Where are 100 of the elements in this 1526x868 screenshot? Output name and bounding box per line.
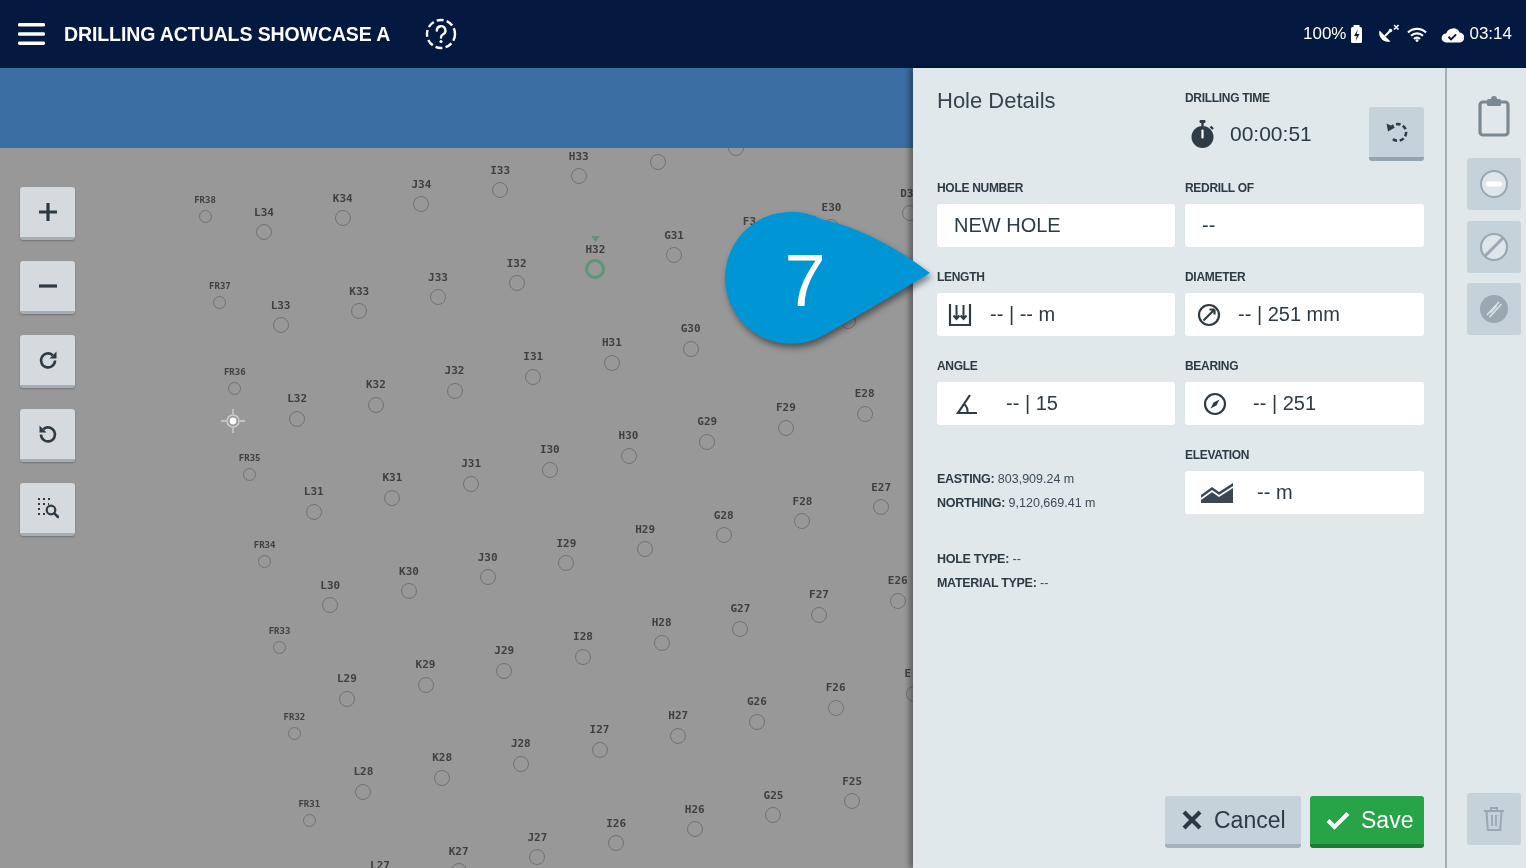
hole-label: I28 [573, 631, 593, 642]
hole-label: D3 [900, 187, 913, 199]
zoom-out-button[interactable] [20, 261, 75, 314]
rotate-right-button[interactable] [20, 335, 75, 388]
cloud-check-icon [1440, 25, 1465, 43]
hole-label: I33 [490, 164, 511, 176]
hole-label: G31 [664, 229, 684, 241]
info-text: MATERIAL TYPE: -- [937, 575, 1050, 592]
hole-label: F27 [809, 589, 829, 600]
hole-icon[interactable] [585, 259, 606, 280]
hole-label: K33 [349, 285, 370, 297]
input-field[interactable]: -- | -- m [937, 293, 1175, 336]
timer-value: 00:00:51 [1230, 122, 1312, 146]
hole-label: G28 [713, 509, 734, 521]
hole-label: F25 [842, 775, 863, 787]
hole-label: K28 [432, 752, 453, 764]
diameter-icon [1197, 302, 1221, 327]
hole-label: J30 [477, 551, 498, 563]
hole-label: H29 [635, 523, 655, 535]
hole-label: H33 [568, 150, 589, 162]
hole-label: K34 [332, 192, 353, 204]
hole-label: K30 [399, 565, 419, 577]
hole-label: E27 [871, 481, 892, 493]
input-field[interactable]: -- [1185, 204, 1424, 247]
hole-label: K27 [448, 845, 469, 857]
hole-label: H28 [651, 617, 672, 628]
minus-circle-icon [1479, 169, 1509, 199]
hole-label: J33 [428, 271, 448, 283]
input-field[interactable]: -- | 251 [1185, 382, 1424, 425]
hole-label: F26 [825, 682, 846, 694]
hole-label: I32 [506, 257, 527, 269]
field-label: ANGLE [937, 358, 978, 374]
hole-label: I29 [556, 537, 577, 549]
field-label: ELEVATION [1185, 447, 1250, 463]
hole-label: J27 [527, 831, 548, 843]
battery-level: 100% [1302, 24, 1347, 44]
field-label: REDRILL OF [1185, 180, 1254, 196]
hole-label: L32 [287, 393, 308, 405]
menu-icon[interactable] [18, 23, 45, 45]
hole-label: H27 [668, 710, 689, 722]
close-icon [1181, 809, 1203, 831]
field-label: HOLE NUMBER [937, 180, 1024, 196]
hole-label: FR37 [209, 281, 231, 291]
trash-icon [1482, 806, 1506, 832]
input-field[interactable]: -- | 15 [937, 382, 1175, 425]
plus-icon [38, 203, 57, 221]
hole-label: L34 [254, 206, 274, 218]
cancel-button[interactable]: Cancel [1165, 796, 1301, 848]
help-icon[interactable] [425, 18, 458, 50]
hole-label: E26 [887, 575, 908, 586]
slash-circle-icon [1479, 231, 1509, 262]
app-title: DRILLING ACTUALS SHOWCASE A [64, 22, 391, 46]
hole-label: FR35 [238, 454, 261, 464]
hole-label: F29 [775, 402, 796, 414]
hole-label: FR31 [298, 799, 321, 809]
hole-label: G30 [680, 323, 701, 335]
hole-label: L31 [303, 486, 324, 498]
hole-label: J34 [411, 178, 432, 190]
field-label: LENGTH [937, 269, 985, 285]
depth-arrows-icon [948, 301, 972, 328]
hole-label: K32 [365, 379, 386, 391]
info-text: EASTING: 803,909.24 m [937, 471, 1076, 488]
input-field[interactable]: -- | 251 mm [1185, 293, 1424, 336]
hole-label: H26 [684, 803, 705, 815]
hole-label: E [904, 668, 911, 680]
input-field[interactable]: NEW HOLE [937, 204, 1175, 247]
crosshair-icon [221, 409, 245, 433]
hole-label: L27 [370, 859, 390, 868]
striped-circle-icon [1479, 294, 1509, 324]
hole-label: K31 [382, 472, 403, 484]
hole-label: I30 [539, 444, 560, 456]
hole-label: G25 [763, 789, 784, 801]
hole-label: J29 [494, 645, 515, 656]
minus-icon [38, 284, 57, 288]
hole-label: G26 [747, 696, 767, 708]
hole-label: FR38 [194, 195, 216, 205]
hole-label: G27 [730, 603, 751, 614]
compass-icon [1203, 391, 1227, 416]
hole-label: L28 [353, 766, 374, 778]
hole-label: E28 [854, 388, 875, 400]
hole-label: FR33 [268, 627, 291, 636]
reset-timer-button[interactable] [1369, 107, 1424, 161]
hole-label: F28 [792, 495, 813, 507]
hole-label: K29 [415, 659, 436, 670]
satellite-dish-icon [1376, 24, 1401, 44]
hole-label: L33 [270, 299, 291, 311]
step-number: 7 [784, 244, 826, 318]
hole-label: FR32 [283, 713, 306, 723]
stopwatch-icon [1190, 119, 1215, 149]
hole-label: H31 [602, 337, 622, 349]
zoom-area-button[interactable] [20, 483, 75, 536]
hole-label: I26 [606, 817, 627, 829]
field-label: BEARING [1185, 358, 1239, 374]
rotate-left-button[interactable] [20, 409, 75, 462]
info-text: NORTHING: 9,120,669.41 m [937, 495, 1097, 512]
zoom-in-button[interactable] [20, 187, 75, 240]
clipboard-icon[interactable] [1478, 95, 1510, 137]
input-field[interactable]: -- m [1185, 471, 1424, 514]
battery-icon [1351, 25, 1363, 43]
wifi-icon [1407, 26, 1428, 42]
